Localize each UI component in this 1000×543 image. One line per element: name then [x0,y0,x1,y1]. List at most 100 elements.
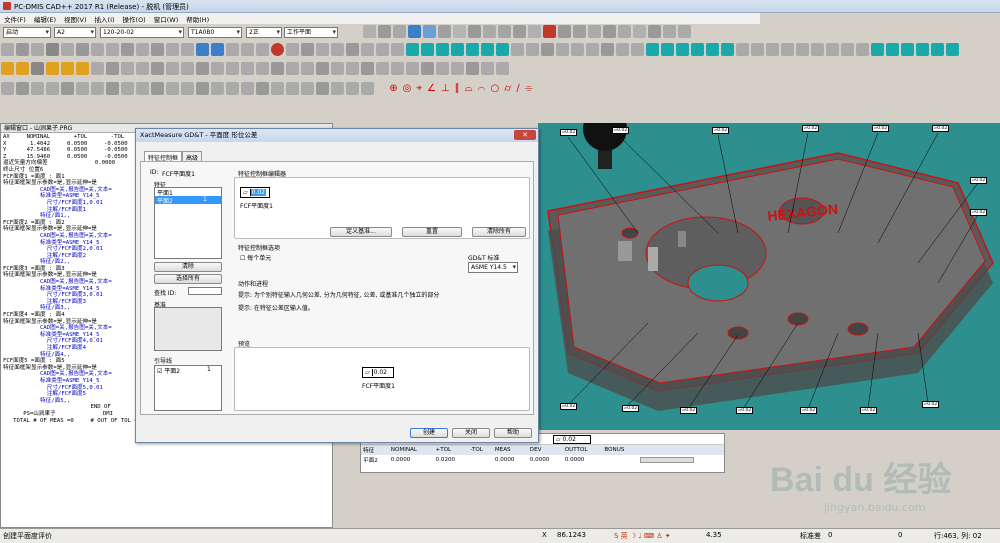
toolbar-icon[interactable] [316,62,329,75]
toolbar-icon[interactable] [31,82,44,95]
toolbar-icon[interactable] [513,25,526,38]
toolbar-icon[interactable] [766,43,779,56]
select-all-button[interactable]: 选择所有 [154,274,222,284]
list-item[interactable]: 平面2 1 [155,196,221,205]
fcf-label-tag[interactable]: ▱0.02 [802,125,819,132]
toolbar-icon[interactable] [676,43,689,56]
toolbar-icon[interactable] [316,43,329,56]
toolbar-icon[interactable] [586,43,599,56]
toolbar-icon[interactable] [408,25,421,38]
search-id-input[interactable] [188,287,222,295]
toolbar-icon[interactable] [931,43,944,56]
toolbar-icon[interactable] [211,82,224,95]
toolbar-icon[interactable] [871,43,884,56]
list-item[interactable]: ☑ 平面2 1 [155,366,221,375]
toolbar-icon[interactable] [286,62,299,75]
close-icon[interactable]: ✕ [514,130,536,140]
toolbar-icon[interactable] [301,62,314,75]
toolbar-icon[interactable] [391,62,404,75]
reset-button[interactable]: 重置 [402,227,462,237]
toolbar-icon[interactable] [481,62,494,75]
tab-feature-control-frame[interactable]: 特征控制框 [144,151,183,162]
workplane-combo[interactable]: 工作平面 [284,27,338,38]
toolbar-icon[interactable] [241,62,254,75]
feature-list[interactable]: 平面1 平面2 1 [154,187,222,259]
toolbar-icon[interactable] [346,43,359,56]
table-row[interactable]: 平面2 0.0000 0.0200 0.0000 0.0000 0.0000 [361,455,724,465]
toolbar-icon[interactable] [46,82,59,95]
toolbar-icon[interactable] [181,43,194,56]
toolbar-icon[interactable] [558,25,571,38]
toolbar-icon[interactable] [91,82,104,95]
toolbar-icon[interactable] [496,62,509,75]
toolbar-icon[interactable] [946,43,959,56]
toolbar-icon[interactable] [121,62,134,75]
toolbar-icon[interactable] [316,82,329,95]
toolbar-icon[interactable] [661,43,674,56]
fcf-label-tag[interactable]: ▱0.02 [932,125,949,132]
toolbar-icon[interactable] [466,43,479,56]
toolbar-icon[interactable] [648,25,661,38]
toolbar-icon[interactable] [631,43,644,56]
fcf-label-tag[interactable]: ▱0.02 [872,125,889,132]
toolbar-icon[interactable] [16,62,29,75]
toolbar-icon[interactable] [361,62,374,75]
toolbar-icon[interactable] [691,43,704,56]
ime-icon[interactable]: S 英 ☽ ♩ ⌨ ♙ ✦ [614,531,671,541]
toolbar-icon[interactable] [196,43,209,56]
toolbar-icon[interactable] [301,82,314,95]
toolbar-icon[interactable] [423,25,436,38]
record-icon[interactable] [271,43,284,56]
toolbar-icon[interactable] [76,82,89,95]
fcf-frame[interactable]: ▱ 0.02 [240,187,270,198]
toolbar-icon[interactable] [603,25,616,38]
toolbar-icon[interactable] [1,43,14,56]
toolbar-icon[interactable] [678,25,691,38]
fcf-label-tag[interactable]: ▱0.02 [622,405,639,412]
toolbar-icon[interactable] [511,43,524,56]
clear-all-button[interactable]: 清除所有 [472,227,526,237]
toolbar-icon[interactable] [573,25,586,38]
toolbar-icon[interactable] [31,43,44,56]
toolbar-icon[interactable] [361,43,374,56]
toolbar-icon[interactable] [406,62,419,75]
toolbar-icon[interactable] [376,62,389,75]
toolbar-icon[interactable] [541,43,554,56]
toolbar-icon[interactable] [498,25,511,38]
toolbar-icon[interactable] [706,43,719,56]
toolbar-icon[interactable] [136,82,149,95]
toolbar-icon[interactable] [166,62,179,75]
toolbar-icon[interactable] [601,43,614,56]
clear-button[interactable]: 清除 [154,262,222,272]
toolbar-icon[interactable] [1,82,14,95]
toolbar-icon[interactable] [151,43,164,56]
toolbar-icon[interactable] [31,62,44,75]
toolbar-icon[interactable] [286,43,299,56]
toolbar-icon[interactable] [361,82,374,95]
toolbar-icon[interactable] [256,82,269,95]
toolbar-icon[interactable] [496,43,509,56]
toolbar-icon[interactable] [76,62,89,75]
toolbar-icon[interactable] [256,62,269,75]
toolbar-icon[interactable] [453,25,466,38]
toolbar-icon[interactable] [618,25,631,38]
toolbar-icon[interactable] [136,43,149,56]
toolbar-icon[interactable] [406,43,419,56]
toolbar-icon[interactable] [301,43,314,56]
toolbar-icon[interactable] [633,25,646,38]
toolbar-icon[interactable] [241,82,254,95]
toolbar-icon[interactable] [241,43,254,56]
gdt-symbol-icons[interactable]: ⊕◎⌖∠⊥∥⌓⌒○⌭∕⌯ [389,83,538,94]
toolbar-icon[interactable] [256,43,269,56]
toolbar-icon[interactable] [663,25,676,38]
toolbar-icon[interactable] [483,25,496,38]
toolbar-icon[interactable] [271,82,284,95]
toolbar-icon[interactable] [61,43,74,56]
toolbar-icon[interactable] [781,43,794,56]
toolbar-icon[interactable] [91,43,104,56]
toolbar-icon[interactable] [61,62,74,75]
probe-combo[interactable]: A2 [54,27,96,38]
view-combo[interactable]: 2正 [246,27,282,38]
toolbar-icon[interactable] [721,43,734,56]
toolbar-icon[interactable] [556,43,569,56]
